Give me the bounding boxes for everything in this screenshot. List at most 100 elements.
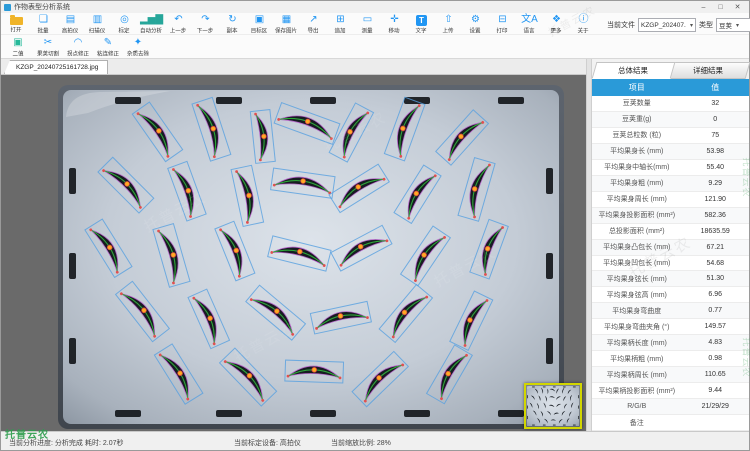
image-icon: ▦: [282, 14, 291, 26]
redo-arrow-icon: ↷: [201, 14, 209, 26]
type-select[interactable]: 豆荚 ▾: [716, 18, 750, 32]
table-row: 平均果身投影面积 (mm²)582.36: [592, 208, 749, 224]
target-area-button[interactable]: ▣目标区: [246, 14, 273, 35]
row-label: 平均果身凸包长 (mm): [592, 242, 681, 252]
next-step-button[interactable]: ↷下一步: [192, 14, 219, 35]
binary-button[interactable]: ▣二值: [3, 37, 33, 58]
window-controls: – □ ✕: [695, 2, 746, 13]
more-grid-icon: ❖: [552, 14, 561, 26]
text-button[interactable]: T文字: [408, 14, 435, 35]
print-button[interactable]: ⊟打印: [489, 14, 516, 35]
document-tab[interactable]: KZGP_20240725161728.jpg: [4, 60, 108, 74]
minimize-button[interactable]: –: [695, 2, 712, 13]
table-row: 平均果身弦高 (mm)6.96: [592, 287, 749, 303]
duplicate-button[interactable]: ↻副本: [219, 14, 246, 35]
calibrate-button[interactable]: ◎标定: [111, 14, 138, 35]
row-value: 149.57: [681, 323, 749, 330]
tray-fiducial-mark: [498, 97, 524, 104]
edit-toolbar: ▣二值✂果荚切割◠拐点修正✎粘连修正✦杂质去除: [1, 35, 749, 59]
adhesion-fix-button-label: 粘连修正: [97, 49, 119, 57]
about-button[interactable]: ⓘ关于: [570, 14, 597, 35]
row-label: 总投影面积 (mm²): [592, 226, 681, 236]
tray-fiducial-mark: [498, 410, 524, 417]
status-zoom: 当前缩放比例: 28%: [331, 438, 391, 448]
upload-icon: ⇧: [444, 14, 452, 26]
row-value: 53.98: [681, 148, 749, 155]
table-row: 备注: [592, 415, 749, 431]
pod-cut-button[interactable]: ✂果荚切割: [33, 37, 63, 58]
impurity-remove-button[interactable]: ✦杂质去除: [123, 37, 153, 58]
table-row: 平均果身弯曲夹角 (°)149.57: [592, 319, 749, 335]
binary-button-label: 二值: [12, 49, 23, 57]
settings-button-label: 设置: [470, 26, 481, 34]
doc-camera-button[interactable]: ▤高拍仪: [57, 14, 84, 35]
app-window: 作物表型分析系统 – □ ✕ 打开❏批量▤高拍仪▥扫描仪◎标定▂▅▇自动分析↶上…: [0, 0, 750, 451]
edit-pencil-icon: ✎: [104, 37, 112, 49]
row-label: 平均果身投影面积 (mm²): [592, 210, 681, 220]
table-row: 豆荚重(g)0: [592, 112, 749, 128]
scanner-button[interactable]: ▥扫描仪: [84, 14, 111, 35]
tray-fiducial-mark: [553, 386, 556, 387]
image-viewer[interactable]: [1, 75, 586, 431]
append-button[interactable]: ⊞追加: [327, 14, 354, 35]
close-button[interactable]: ✕: [729, 2, 746, 13]
table-row: 平均果身粗 (mm)9.29: [592, 176, 749, 192]
tray-fiducial-mark: [69, 253, 76, 279]
table-row: 平均果身凸包长 (mm)67.21: [592, 240, 749, 256]
tab-overall-results[interactable]: 总体结果: [592, 62, 675, 79]
language-button[interactable]: 文A语言: [516, 14, 543, 35]
chevron-down-icon: ▾: [690, 22, 693, 29]
inflection-fix-button[interactable]: ◠拐点修正: [63, 37, 93, 58]
tab-detailed-results[interactable]: 详细结果: [666, 62, 749, 79]
gear-icon: ⚙: [471, 14, 480, 26]
type-label: 类型: [699, 20, 713, 30]
current-file-value: KZGP_202407...: [641, 22, 686, 29]
tray-fiducial-mark: [115, 97, 141, 104]
table-row: 平均果柄投影面积 (mm²)9.44: [592, 383, 749, 399]
scissors-icon: ✂: [44, 37, 52, 49]
minimap[interactable]: [524, 383, 582, 429]
results-table-body: 豆荚数量32豆荚重(g)0豆荚总粒数 (粒)75平均果身长 (mm)53.98平…: [592, 96, 749, 431]
auto-analyze-button[interactable]: ▂▅▇自动分析: [138, 14, 165, 35]
current-file-select[interactable]: KZGP_202407... ▾: [638, 18, 696, 32]
status-elapsed: 耗时: 2.07秒: [85, 438, 124, 448]
row-label: 平均果身弯曲夹角 (°): [592, 322, 681, 332]
main-toolbar-items: 打开❏批量▤高拍仪▥扫描仪◎标定▂▅▇自动分析↶上一步↷下一步↻副本▣目标区▦保…: [3, 14, 597, 35]
more-button-label: 更多: [551, 26, 562, 34]
folder-open-icon: [10, 17, 23, 25]
row-label: 平均果柄投影面积 (mm²): [592, 386, 681, 396]
tray-fiducial-mark: [578, 395, 579, 398]
info-icon: ⓘ: [579, 14, 589, 26]
current-file-label: 当前文件: [607, 20, 635, 30]
upload-button[interactable]: ⇧上传: [435, 14, 462, 35]
measure-button[interactable]: ▭测量: [354, 14, 381, 35]
tray-fiducial-mark: [546, 253, 553, 279]
batch-button[interactable]: ❏批量: [30, 14, 57, 35]
previous-step-button[interactable]: ↶上一步: [165, 14, 192, 35]
move-button-label: 移动: [389, 26, 400, 34]
previous-step-button-label: 上一步: [170, 26, 187, 34]
clean-brush-icon: ✦: [134, 37, 142, 49]
open-button[interactable]: 打开: [3, 14, 30, 35]
analysis-canvas[interactable]: [58, 85, 564, 429]
row-label: 平均果身中轴长(mm): [592, 162, 681, 172]
target-area-button-label: 目标区: [251, 26, 268, 34]
about-button-label: 关于: [578, 26, 589, 34]
tray-fiducial-mark: [578, 406, 579, 409]
more-button[interactable]: ❖更多: [543, 14, 570, 35]
results-panel: 总体结果 详细结果 项目 值 豆荚数量32豆荚重(g)0豆荚总粒数 (粒)75平…: [592, 59, 749, 431]
move-button[interactable]: ✛移动: [381, 14, 408, 35]
export-button[interactable]: ↗导出: [300, 14, 327, 35]
tray-fiducial-mark: [216, 97, 242, 104]
inflection-fix-button-label: 拐点修正: [67, 49, 89, 57]
impurity-remove-button-label: 杂质去除: [127, 49, 149, 57]
row-value: 0: [681, 116, 749, 123]
window-title: 作物表型分析系统: [14, 2, 70, 12]
save-image-button[interactable]: ▦保存图片: [273, 14, 300, 35]
adhesion-fix-button[interactable]: ✎粘连修正: [93, 37, 123, 58]
maximize-button[interactable]: □: [712, 2, 729, 13]
settings-button[interactable]: ⚙设置: [462, 14, 489, 35]
row-label: 平均果柄周长 (mm): [592, 370, 681, 380]
doc-camera-icon: ▤: [66, 14, 75, 26]
tray-fiducial-mark: [216, 410, 242, 417]
